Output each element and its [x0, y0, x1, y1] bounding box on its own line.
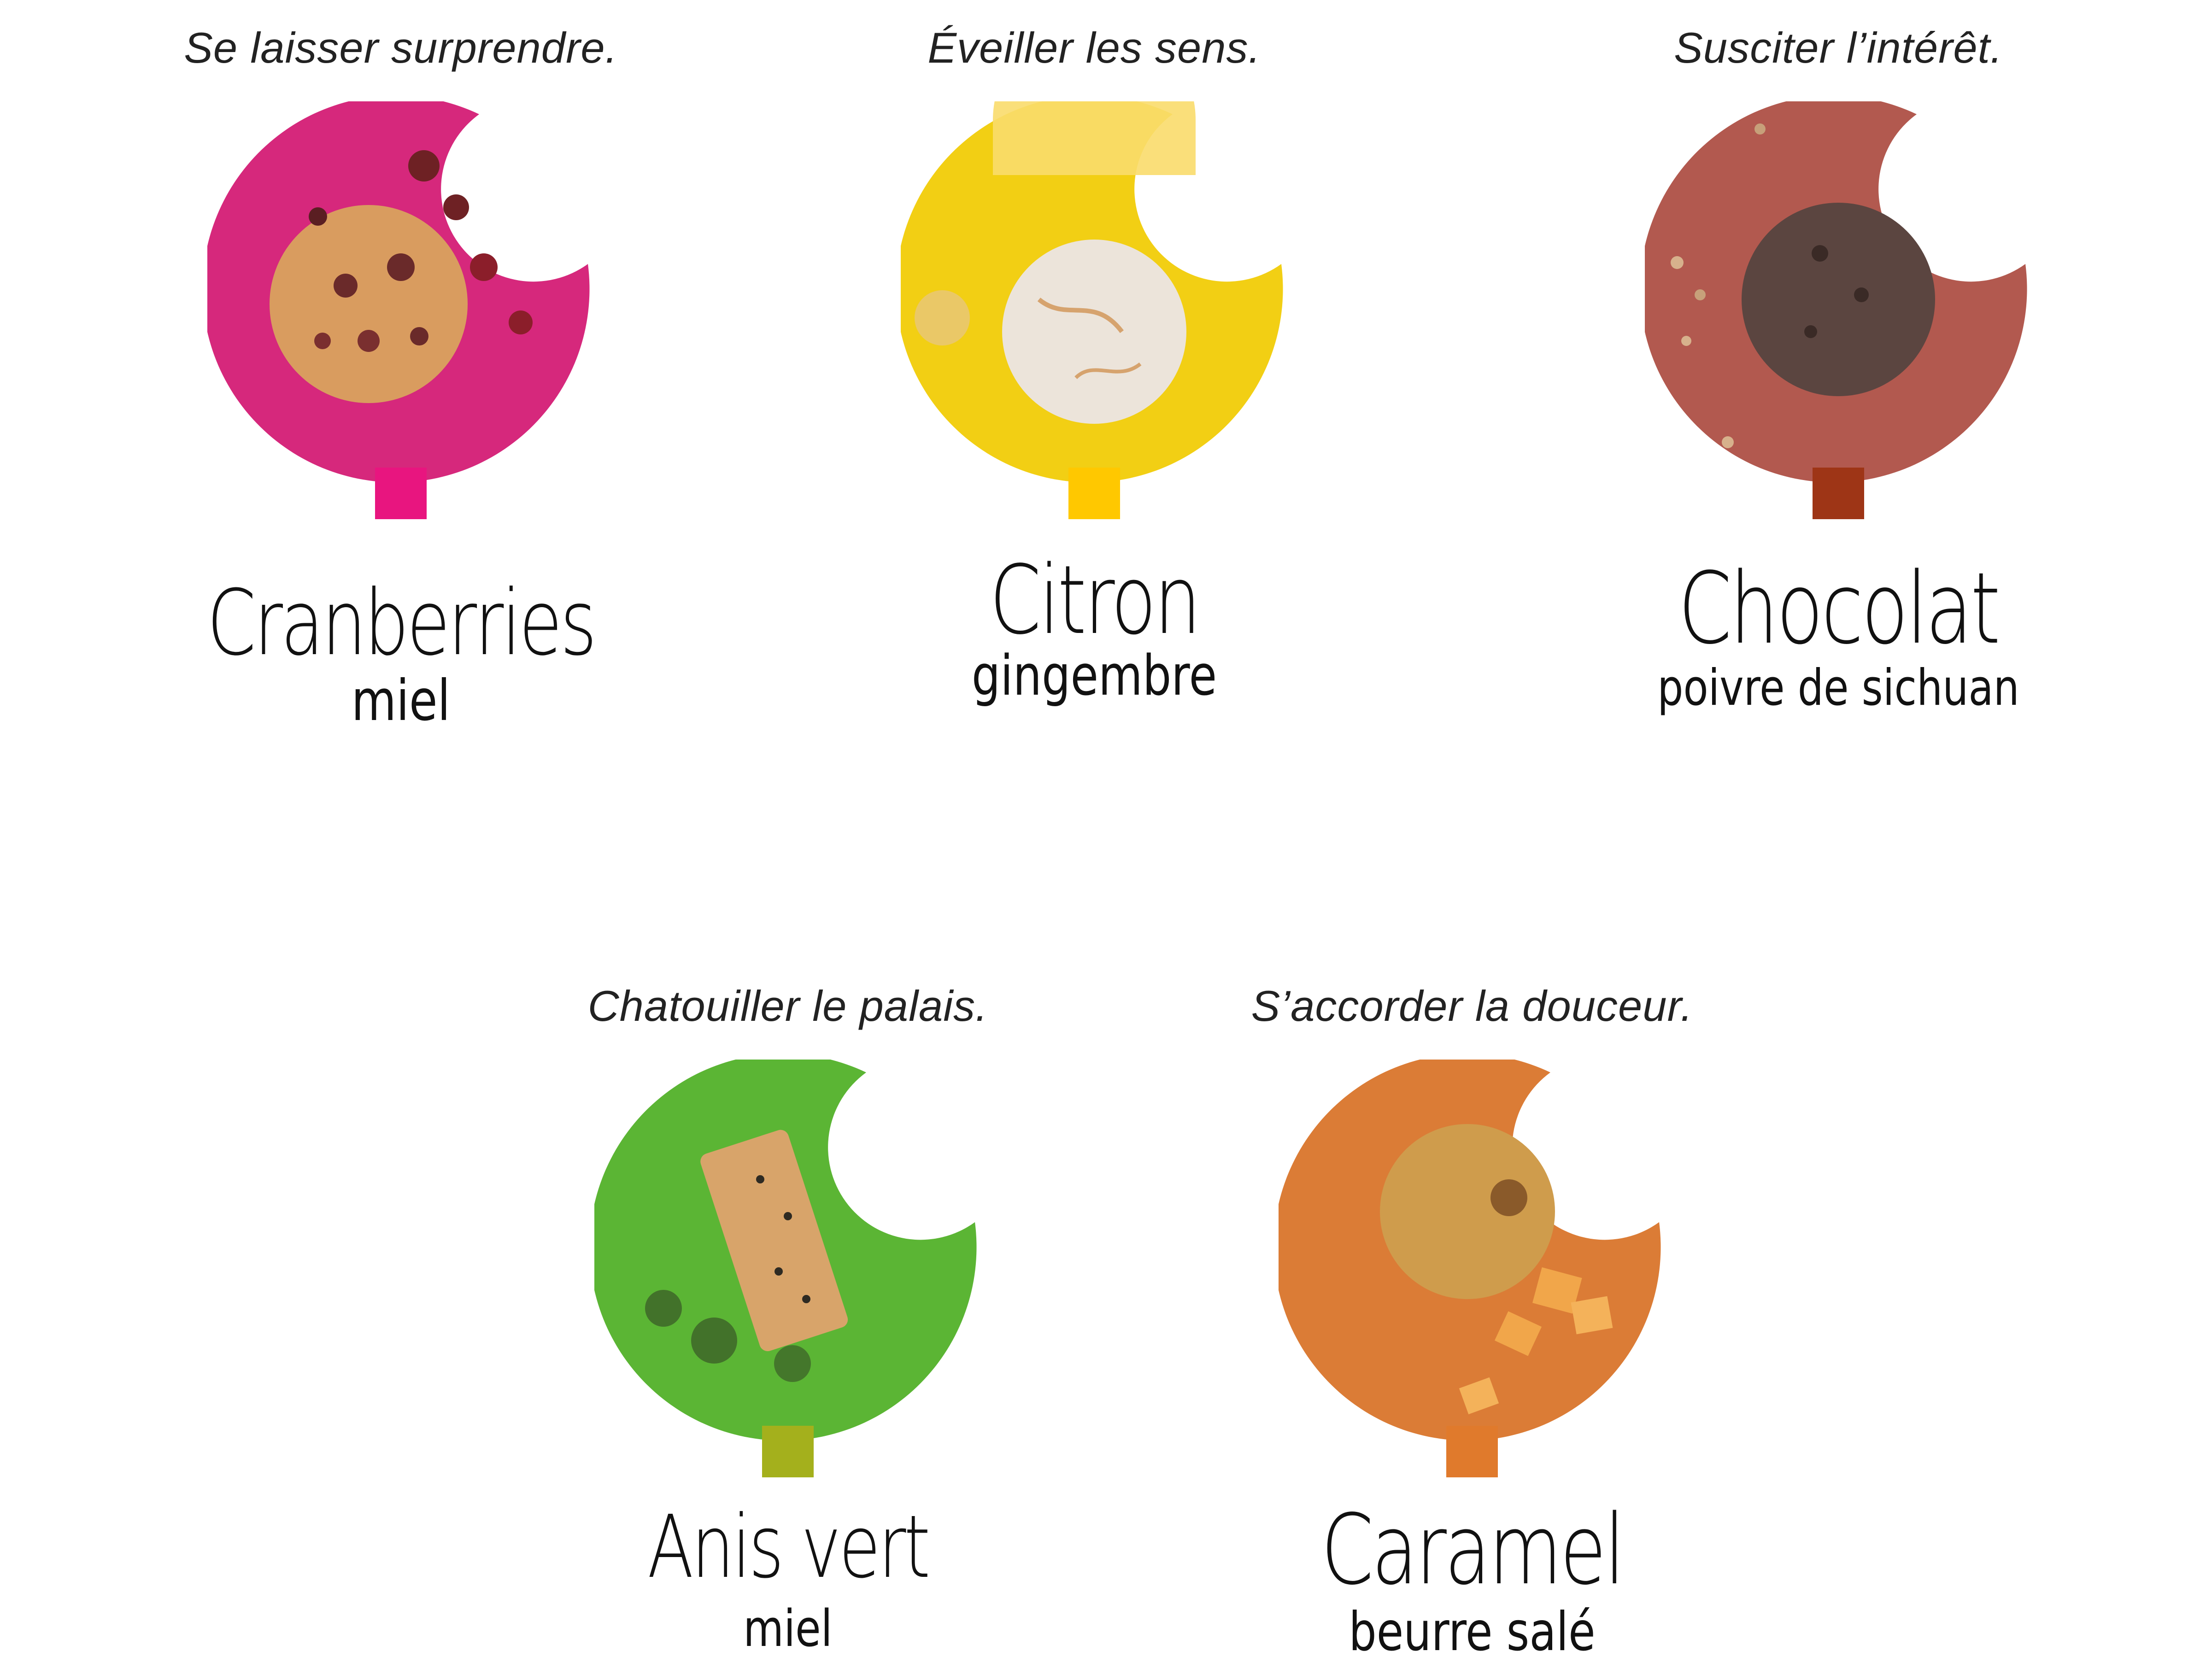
- product-name: Caramel: [1321, 1493, 1625, 1606]
- product-subtitle: miel: [351, 668, 451, 733]
- product-card-chocolat: Susciter l’intérêt. Chocolat poivre de s…: [1585, 0, 2092, 713]
- product-tagline: Susciter l’intérêt.: [1674, 23, 2003, 72]
- cookie-photo-disc: [594, 1060, 981, 1446]
- color-swatch: [1446, 1426, 1498, 1477]
- product-name: Chocolat: [1678, 551, 2001, 666]
- cookie-cranberry-icon: [207, 101, 590, 483]
- cookie-caramel-icon: [1279, 1060, 1661, 1441]
- product-card-anis-vert: Chatouiller le palais. Anis vert miel: [534, 958, 1041, 1654]
- product-subtitle: poivre de sichuan: [1657, 659, 2019, 717]
- product-name: Cranberries: [207, 571, 597, 676]
- cookie-chocolate-icon: [1645, 101, 2027, 483]
- color-swatch: [1813, 468, 1864, 519]
- product-subtitle: gingembre: [971, 644, 1217, 708]
- color-swatch: [1068, 468, 1120, 519]
- product-card-caramel: S’accorder la douceur. Caramel beurre sa…: [1219, 958, 1725, 1659]
- product-name: Citron: [989, 545, 1201, 656]
- color-swatch: [762, 1426, 814, 1477]
- cookie-photo-disc: [1645, 101, 2032, 488]
- product-subtitle: miel: [743, 1599, 833, 1658]
- product-name: Anis vert: [647, 1497, 930, 1598]
- product-card-citron: Éveiller les sens. Citron gingembre: [841, 0, 1348, 704]
- product-tagline: Se laisser surprendre.: [184, 23, 618, 72]
- cookie-lemon-icon: [901, 101, 1283, 483]
- color-swatch: [375, 468, 427, 519]
- cookie-photo-disc: [901, 101, 1288, 488]
- product-tagline: S’accorder la douceur.: [1251, 982, 1693, 1030]
- product-tagline: Éveiller les sens.: [927, 23, 1261, 72]
- product-card-cranberries: Se laisser surprendre. Cranberries miel: [147, 0, 654, 729]
- product-subtitle: beurre salé: [1349, 1601, 1596, 1663]
- product-tagline: Chatouiller le palais.: [587, 982, 988, 1030]
- cookie-photo-disc: [1279, 1060, 1666, 1446]
- cookie-photo-disc: [207, 101, 594, 488]
- cookie-anise-icon: [594, 1060, 977, 1441]
